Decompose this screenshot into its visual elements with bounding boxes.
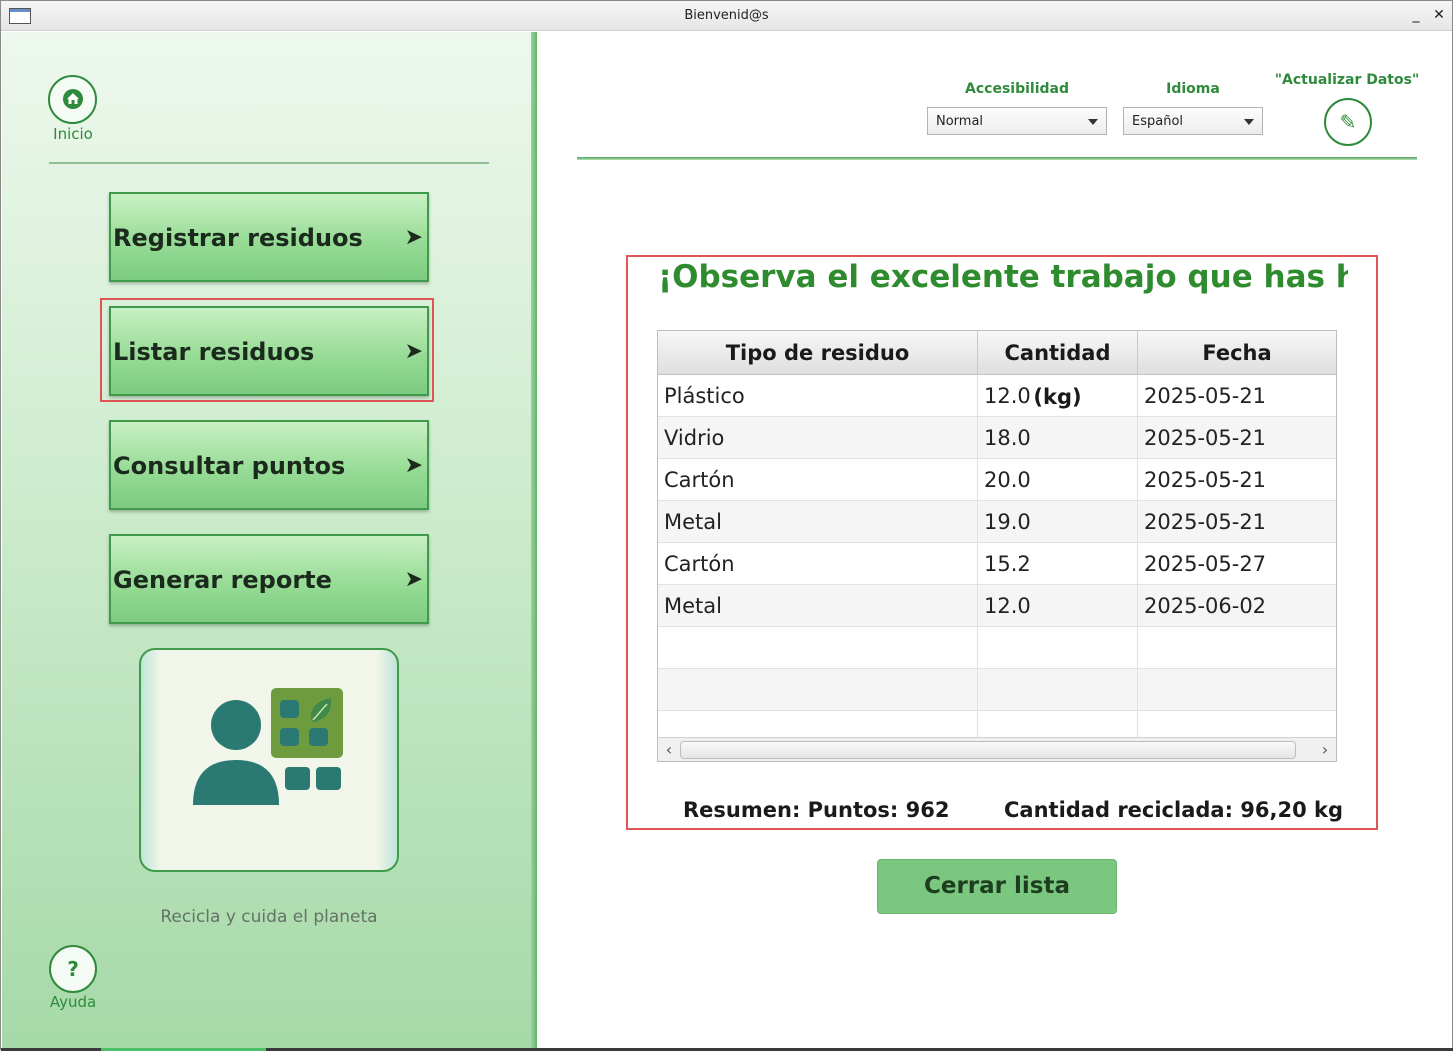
chevron-down-icon [1088,119,1098,125]
table-row[interactable]: Metal 19.0 2025-05-21 [658,501,1336,543]
help-label: Ayuda [49,993,97,1011]
home-icon [63,89,83,109]
column-header-type[interactable]: Tipo de residuo [658,331,978,375]
minimize-button[interactable]: _ [1406,5,1426,25]
column-header-amount[interactable]: Cantidad (kg) [978,331,1138,409]
table-row-empty [658,627,1336,669]
arrow-right-icon: ➤ [404,453,423,478]
chevron-down-icon [1244,119,1254,125]
summary-amount: Cantidad reciclada: 96,20 kg [1004,798,1344,822]
cell-date: 2025-05-21 [1144,384,1267,408]
cell-type: Metal [658,501,978,542]
nav-label: Consultar puntos [113,452,346,480]
scroll-right-icon[interactable]: › [1316,740,1334,760]
cell-type: Cartón [658,459,978,500]
cell-date: 2025-05-21 [1144,426,1267,450]
arrow-right-icon: ➤ [404,339,423,364]
cell-type: Cartón [658,543,978,584]
list-waste-button[interactable]: Listar residuos ➤ [109,306,429,396]
language-label: Idioma [1166,81,1220,97]
waste-table[interactable]: Tipo de residuo Cantidad (kg) Fecha Plás… [657,330,1337,762]
cell-date [1138,669,1336,710]
table-row-empty [658,669,1336,711]
cell-amount [978,669,1138,710]
table-row[interactable]: Metal 12.0 2025-06-02 [658,585,1336,627]
cell-amount [978,627,1138,668]
register-waste-button[interactable]: Registrar residuos ➤ [109,192,429,282]
table-row[interactable]: Vidrio 18.0 2025-05-21 [658,417,1336,459]
table-row[interactable]: Cartón 20.0 2025-05-21 [658,459,1336,501]
nav-label: Generar reporte [113,566,332,594]
arrow-right-icon: ➤ [404,567,423,592]
accessibility-select[interactable]: Normal [927,107,1107,135]
pencil-icon: ✎ [1339,110,1357,134]
cell-amount: 15.2 [978,543,1138,584]
cell-date: 2025-05-27 [1144,552,1267,576]
cell-type: Plástico [658,375,978,416]
home-button[interactable] [48,75,97,124]
horizontal-scrollbar[interactable]: ‹ › [658,737,1336,761]
cell-amount: 18.0 [978,417,1138,458]
title-bar: Bienvenid@s _ ✕ [1,1,1452,31]
cell-type: Vidrio [658,417,978,458]
scrollbar-thumb[interactable] [680,741,1296,759]
nav-label: Listar residuos [113,338,315,366]
close-list-button[interactable]: Cerrar lista [877,859,1117,914]
arrow-right-icon: ➤ [404,225,423,250]
column-header-date[interactable]: Fecha [1138,331,1336,375]
panel-title: ¡Observa el excelente trabajo que has he… [658,259,1348,295]
language-select[interactable]: Español [1123,107,1263,135]
illustration-card [139,648,399,872]
cell-amount: 19.0 [978,501,1138,542]
table-row[interactable]: Cartón 15.2 2025-05-27 [658,543,1336,585]
help-button[interactable]: ? [49,945,97,993]
update-data-label: "Actualizar Datos" [1274,72,1420,88]
table-row[interactable]: Plástico 12.0 2025-05-21 [658,375,1336,417]
window-title: Bienvenid@s [684,8,769,23]
generate-report-button[interactable]: Generar reporte ➤ [109,534,429,624]
check-points-button[interactable]: Consultar puntos ➤ [109,420,429,510]
tagline: Recicla y cuida el planeta [160,907,378,927]
cell-type [658,669,978,710]
scroll-left-icon[interactable]: ‹ [660,740,678,760]
cell-date: 2025-06-02 [1144,594,1267,618]
cell-type [658,627,978,668]
close-window-button[interactable]: ✕ [1429,5,1449,25]
table-header: Tipo de residuo Cantidad (kg) Fecha [658,331,1336,409]
cell-amount: 12.0 [978,375,1138,416]
sidebar-separator [49,162,489,164]
cell-date: 2025-05-21 [1144,510,1267,534]
person-with-recycling-app-icon [193,688,343,805]
cell-amount: 20.0 [978,459,1138,500]
header-separator [577,157,1417,160]
cell-amount: 12.0 [978,585,1138,626]
update-data-button[interactable]: ✎ [1324,98,1372,146]
question-icon: ? [67,957,79,981]
sidebar-divider [531,32,537,1049]
accessibility-value: Normal [936,114,984,129]
app-window: Bienvenid@s _ ✕ Inicio Registrar residuo… [0,0,1453,1051]
cell-date [1138,627,1336,668]
nav-label: Registrar residuos [113,224,363,252]
table-body: Plástico 12.0 2025-05-21 Vidrio 18.0 202… [658,375,1336,753]
home-label: Inicio [53,125,93,143]
accessibility-label: Accesibilidad [965,81,1069,97]
cell-date: 2025-05-21 [1144,468,1267,492]
cell-type: Metal [658,585,978,626]
language-value: Español [1132,114,1184,129]
summary-points: Resumen: Puntos: 962 [683,798,950,822]
